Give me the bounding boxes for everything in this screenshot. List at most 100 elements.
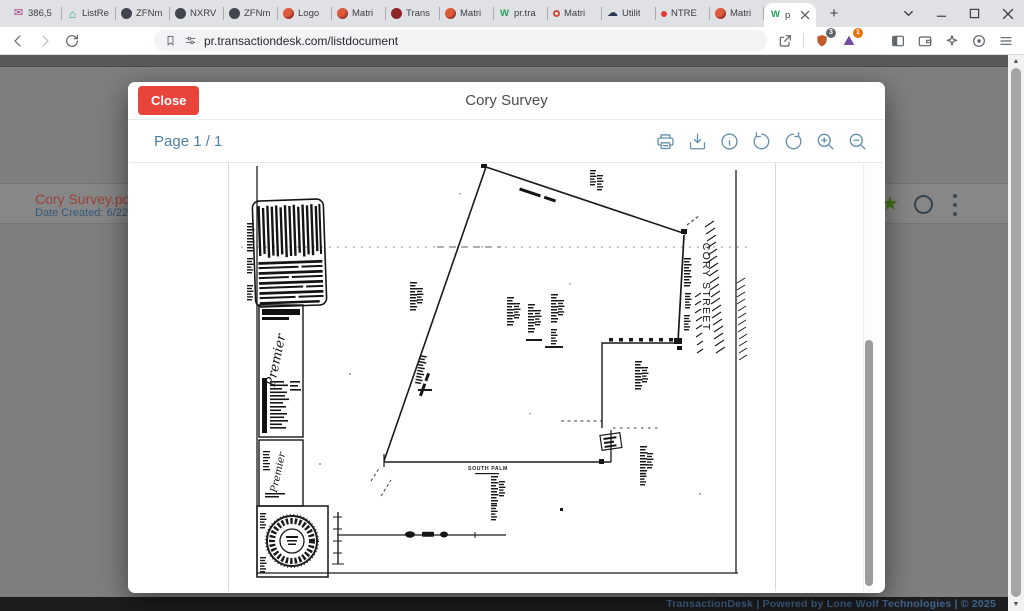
browser-tab[interactable]: NXRV bbox=[170, 0, 224, 27]
menu-icon[interactable] bbox=[997, 32, 1015, 50]
legend-box bbox=[252, 199, 327, 307]
scrollbar-thumb[interactable] bbox=[1011, 68, 1021, 597]
browser-tab[interactable]: Matri bbox=[548, 0, 602, 27]
tab-label: pr.tra bbox=[514, 8, 536, 19]
modal-header: Close Cory Survey bbox=[128, 82, 885, 120]
globe-icon bbox=[229, 8, 240, 19]
scroll-up-icon[interactable]: ▲ bbox=[1013, 55, 1020, 68]
forward-icon[interactable] bbox=[36, 32, 54, 50]
extension-badge: 3 bbox=[826, 28, 836, 38]
url-text[interactable]: pr.transactiondesk.com/listdocument bbox=[204, 34, 398, 48]
sparkle-icon[interactable] bbox=[943, 32, 961, 50]
tab-label: ListRe bbox=[82, 8, 109, 19]
browser-tab[interactable]: ListRe bbox=[62, 0, 116, 27]
tab-label: ZFNm bbox=[244, 8, 270, 19]
browser-tab[interactable]: Logo bbox=[278, 0, 332, 27]
divider bbox=[803, 33, 804, 48]
active-browser-tab[interactable]: p bbox=[764, 3, 816, 27]
tab-label: ZFNm bbox=[136, 8, 162, 19]
bookmark-icon[interactable] bbox=[164, 34, 177, 47]
shield-extension-icon[interactable]: 3 bbox=[813, 32, 831, 50]
close-tab-icon[interactable] bbox=[800, 10, 810, 20]
reload-icon[interactable] bbox=[63, 32, 81, 50]
phoenix-icon bbox=[283, 8, 294, 19]
tune-icon[interactable] bbox=[184, 34, 197, 47]
tab-label: NTRE bbox=[671, 8, 697, 19]
mail-icon bbox=[13, 8, 24, 19]
browser-tab[interactable]: Matri bbox=[710, 0, 764, 27]
rotate-ccw-icon[interactable] bbox=[751, 131, 772, 152]
new-tab-button[interactable]: + bbox=[825, 5, 843, 22]
cory-street-label: CORY STREET bbox=[700, 243, 712, 332]
tab-label: Matri bbox=[564, 8, 585, 19]
privacy-badge-icon[interactable] bbox=[970, 32, 988, 50]
house-icon bbox=[67, 8, 78, 19]
extension-badge: 1 bbox=[853, 28, 863, 38]
background-app-header bbox=[0, 55, 1008, 67]
survey-drawing: CORY STREET bbox=[229, 163, 777, 591]
maximize-button[interactable] bbox=[958, 0, 991, 27]
browser-navbar: pr.transactiondesk.com/listdocument 3 1 bbox=[0, 27, 1024, 55]
close-button[interactable]: Close bbox=[138, 86, 199, 115]
premier-script-label: Premier bbox=[269, 450, 289, 494]
minimize-button[interactable] bbox=[925, 0, 958, 27]
kebab-menu-icon[interactable] bbox=[953, 194, 959, 216]
date-created-label: Date Created: 6/22 bbox=[35, 207, 128, 219]
tab-label: Utilit bbox=[622, 8, 640, 19]
footer-text: TransactionDesk | Powered by Lone Wolf T… bbox=[666, 598, 996, 610]
wolf-icon bbox=[770, 10, 781, 21]
browser-tab[interactable]: ZFNm bbox=[116, 0, 170, 27]
back-icon[interactable] bbox=[9, 32, 27, 50]
browser-tab-strip: 386,5 ListRe ZFNm NXRV ZFNm Logo Matri T… bbox=[0, 0, 1024, 27]
download-icon[interactable] bbox=[687, 131, 708, 152]
globe-icon bbox=[175, 8, 186, 19]
browser-tab[interactable]: pr.tra bbox=[494, 0, 548, 27]
tab-label: Trans bbox=[406, 8, 430, 19]
boundary-corner-markers bbox=[481, 164, 687, 464]
share-icon[interactable] bbox=[776, 32, 794, 50]
document-page: CORY STREET bbox=[228, 163, 776, 591]
zoom-in-icon[interactable] bbox=[815, 131, 836, 152]
phoenix-icon bbox=[337, 8, 348, 19]
browser-tab[interactable]: Utilit bbox=[602, 0, 656, 27]
browser-tab[interactable]: Matri bbox=[332, 0, 386, 27]
browser-tab[interactable]: NTRE bbox=[656, 0, 710, 27]
close-window-button[interactable] bbox=[991, 0, 1024, 27]
address-bar[interactable]: pr.transactiondesk.com/listdocument bbox=[154, 30, 767, 51]
print-icon[interactable] bbox=[655, 131, 676, 152]
tab-label: Matri bbox=[352, 8, 373, 19]
window-controls bbox=[892, 0, 1024, 27]
side-panel-icon[interactable] bbox=[889, 32, 907, 50]
document-viewer-modal: Close Cory Survey Page 1 / 1 bbox=[128, 82, 885, 593]
browser-tab[interactable]: ZFNm bbox=[224, 0, 278, 27]
page-scrollbar[interactable]: ▲ ▼ bbox=[1008, 55, 1024, 611]
wallet-icon[interactable] bbox=[916, 32, 934, 50]
tab-search-chevron-icon[interactable] bbox=[892, 0, 925, 27]
zoom-out-icon[interactable] bbox=[847, 131, 868, 152]
rotate-cw-icon[interactable] bbox=[783, 131, 804, 152]
south-palm-label: SOUTH PALM bbox=[468, 466, 508, 472]
street-bearing-marks bbox=[684, 258, 692, 330]
select-circle[interactable] bbox=[914, 195, 933, 214]
right-border-hatching bbox=[737, 278, 747, 360]
survey-note-marks bbox=[410, 170, 654, 520]
wolf-icon bbox=[499, 8, 510, 19]
viewer-scrollbar-thumb[interactable] bbox=[865, 340, 873, 586]
triangle-extension-icon[interactable]: 1 bbox=[840, 32, 858, 50]
browser-tab[interactable]: Matri bbox=[440, 0, 494, 27]
scroll-down-icon[interactable]: ▼ bbox=[1013, 598, 1020, 611]
application-window: 386,5 ListRe ZFNm NXRV ZFNm Logo Matri T… bbox=[0, 0, 1024, 611]
tab-label: p bbox=[785, 10, 790, 21]
browser-tab[interactable]: 386,5 bbox=[8, 0, 62, 27]
modal-title: Cory Survey bbox=[128, 92, 885, 109]
viewer-scrollbar[interactable] bbox=[863, 163, 873, 591]
premier-script-label: Premier bbox=[264, 332, 290, 389]
tab-label: Logo bbox=[298, 8, 319, 19]
info-icon[interactable] bbox=[719, 131, 740, 152]
document-name-link[interactable]: Cory Survey.pdf bbox=[35, 191, 128, 207]
premier-logo-box: Premier bbox=[259, 305, 303, 437]
premier-logo-box-small: Premier bbox=[259, 440, 303, 506]
target-icon bbox=[661, 11, 667, 17]
globe-icon bbox=[121, 8, 132, 19]
browser-tab[interactable]: Trans bbox=[386, 0, 440, 27]
